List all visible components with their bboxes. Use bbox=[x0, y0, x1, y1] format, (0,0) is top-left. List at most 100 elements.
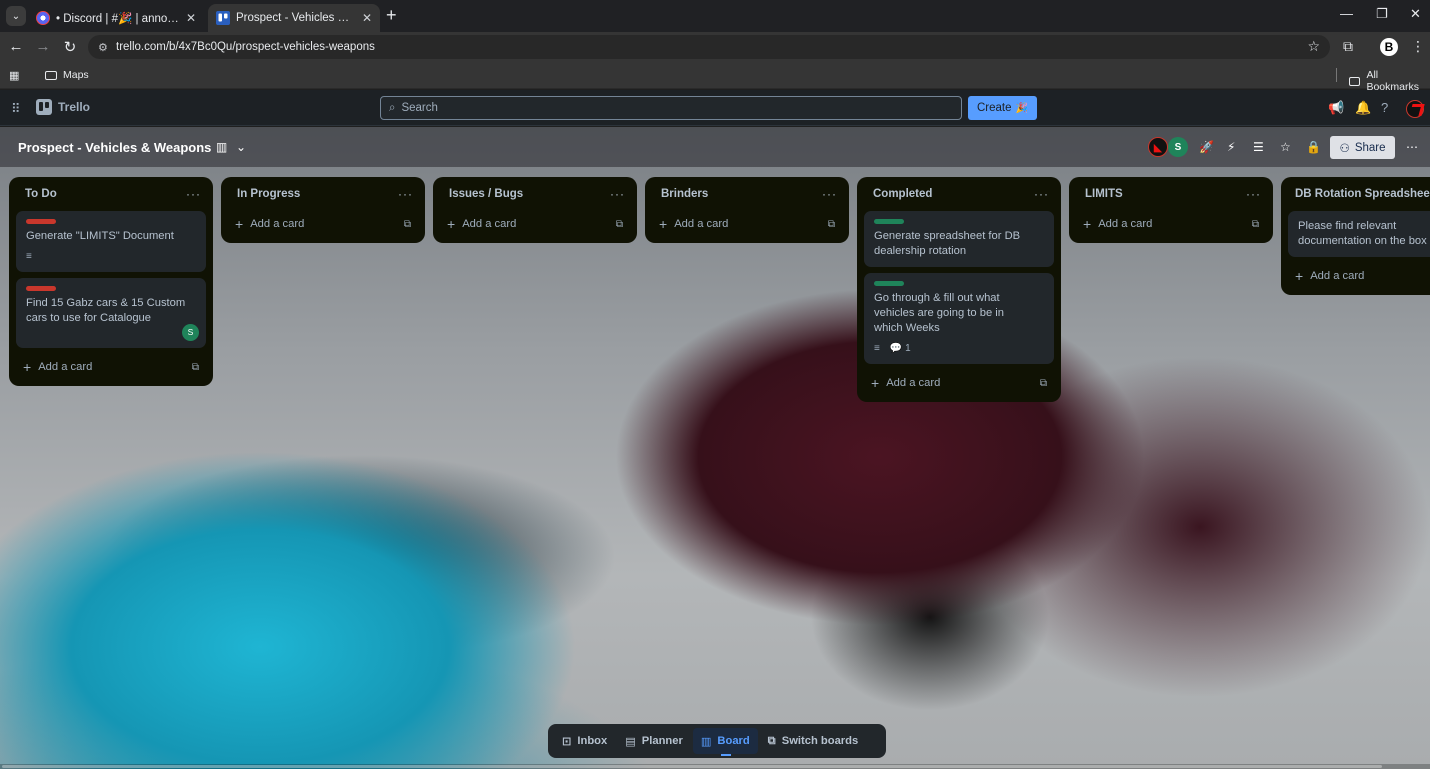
trello-logo[interactable]: Trello bbox=[36, 99, 90, 115]
bookmark-star-icon[interactable]: ☆ bbox=[1307, 38, 1320, 55]
tab-search-button[interactable]: ⌄ bbox=[6, 6, 26, 26]
list-actions-icon[interactable]: ··· bbox=[398, 187, 413, 201]
add-card-label: Add a card bbox=[1310, 270, 1365, 282]
plus-icon: + bbox=[447, 216, 456, 232]
card-template-icon[interactable]: ⧉ bbox=[616, 219, 623, 230]
folder-icon bbox=[45, 70, 57, 80]
search-input[interactable]: ⌕ Search bbox=[380, 96, 962, 120]
switch-boards-button[interactable]: ⧉ Switch boards bbox=[760, 728, 866, 754]
planner-button[interactable]: ▤ Planner bbox=[617, 728, 691, 754]
plus-icon: + bbox=[23, 359, 32, 375]
card-template-icon[interactable]: ⧉ bbox=[1040, 378, 1047, 389]
apps-grid-icon[interactable]: ▦ bbox=[9, 69, 19, 82]
card[interactable]: Find 15 Gabz cars & 15 Custom cars to us… bbox=[16, 278, 206, 348]
horizontal-scrollbar-thumb[interactable] bbox=[2, 765, 1382, 768]
bookmark-maps[interactable]: Maps bbox=[45, 69, 89, 81]
list-title[interactable]: Completed bbox=[873, 188, 932, 200]
card-template-icon[interactable]: ⧉ bbox=[1252, 219, 1259, 230]
list-title[interactable]: In Progress bbox=[237, 188, 300, 200]
plus-icon: + bbox=[871, 375, 880, 391]
add-card-button[interactable]: + Add a card ⧉ bbox=[227, 211, 419, 237]
add-card-button[interactable]: + Add a card ⧉ bbox=[863, 370, 1055, 396]
back-icon[interactable]: ← bbox=[7, 38, 25, 55]
add-card-button[interactable]: + Add a card ⧉ bbox=[1075, 211, 1267, 237]
add-card-button[interactable]: + Add a card ⧉ bbox=[15, 354, 207, 380]
tab-discord[interactable]: • Discord | #🎉 | announcements ✕ bbox=[28, 4, 204, 32]
address-bar[interactable]: ⚙ trello.com/b/4x7Bc0Qu/prospect-vehicle… bbox=[88, 35, 1330, 59]
card-template-icon[interactable]: ⧉ bbox=[828, 219, 835, 230]
card-template-icon[interactable]: ⧉ bbox=[192, 362, 199, 373]
card[interactable]: Generate spreadsheet for DB dealership r… bbox=[864, 211, 1054, 267]
plus-icon: + bbox=[235, 216, 244, 232]
tab-trello[interactable]: Prospect - Vehicles & Weapons ✕ bbox=[208, 4, 380, 32]
board-header: Prospect - Vehicles & Weapons ▥ ⌄ 🚀 ⚡ ☰ … bbox=[0, 127, 1430, 167]
browser-profile-avatar[interactable]: B bbox=[1380, 38, 1398, 56]
notifications-bell-icon[interactable]: 🔔 bbox=[1355, 100, 1371, 116]
list-title[interactable]: To Do bbox=[25, 188, 57, 200]
card-label-red[interactable] bbox=[26, 286, 56, 291]
site-info-icon[interactable]: ⚙ bbox=[98, 41, 108, 54]
help-icon[interactable]: ? bbox=[1381, 100, 1388, 115]
card[interactable]: Please find relevant documentation on th… bbox=[1288, 211, 1430, 257]
list-actions-icon[interactable]: ··· bbox=[1034, 187, 1049, 201]
list-actions-icon[interactable]: ··· bbox=[610, 187, 625, 201]
extensions-icon[interactable]: ⧉ bbox=[1343, 38, 1353, 55]
account-avatar[interactable] bbox=[1406, 100, 1424, 118]
description-icon: ≡ bbox=[26, 251, 32, 262]
tab-close-icon[interactable]: ✕ bbox=[186, 11, 196, 25]
list-title[interactable]: Brinders bbox=[661, 188, 708, 200]
board-view-icon[interactable]: ▥ bbox=[216, 140, 227, 154]
close-window-icon[interactable]: ✕ bbox=[1410, 6, 1421, 22]
chevron-down-icon[interactable]: ⌄ bbox=[236, 140, 246, 154]
list-title[interactable]: Issues / Bugs bbox=[449, 188, 523, 200]
add-card-label: Add a card bbox=[250, 218, 305, 230]
comment-icon: 💬 bbox=[889, 343, 903, 354]
browser-menu-icon[interactable]: ⋮ bbox=[1411, 38, 1425, 55]
board-button[interactable]: ▥ Board bbox=[692, 728, 758, 756]
filter-icon[interactable]: ☰ bbox=[1253, 140, 1264, 154]
bookmarks-divider bbox=[1336, 68, 1337, 82]
board-title[interactable]: Prospect - Vehicles & Weapons bbox=[18, 140, 211, 155]
new-tab-button[interactable]: + bbox=[386, 5, 397, 26]
plus-icon: + bbox=[659, 216, 668, 232]
star-icon[interactable]: ☆ bbox=[1280, 140, 1291, 154]
minimize-icon[interactable]: — bbox=[1340, 6, 1353, 21]
trello-favicon-icon bbox=[216, 11, 230, 25]
tab-close-icon[interactable]: ✕ bbox=[362, 11, 372, 25]
card-label-red[interactable] bbox=[26, 219, 56, 224]
list-actions-icon[interactable]: ··· bbox=[186, 187, 201, 201]
list-actions-icon[interactable]: ··· bbox=[822, 187, 837, 201]
card-label-green[interactable] bbox=[874, 219, 904, 224]
url-text: trello.com/b/4x7Bc0Qu/prospect-vehicles-… bbox=[116, 41, 375, 53]
inbox-button[interactable]: ⊡ Inbox bbox=[554, 728, 615, 754]
card-member-avatar[interactable]: S bbox=[182, 324, 199, 341]
forward-icon[interactable]: → bbox=[34, 38, 52, 55]
create-label: Create bbox=[977, 102, 1012, 114]
share-button[interactable]: ⚇ Share bbox=[1330, 136, 1395, 159]
list-actions-icon[interactable]: ··· bbox=[1246, 187, 1261, 201]
trello-header: ⠿ Trello ⌕ Search Create 🎉 📢 🔔 ? bbox=[0, 90, 1430, 126]
member-avatar-owner[interactable]: ◣ bbox=[1148, 137, 1168, 157]
add-card-button[interactable]: + Add a card ⧉ bbox=[439, 211, 631, 237]
bookmarks-bar: ▦ Maps All Bookmarks bbox=[0, 62, 1430, 93]
restore-icon[interactable]: ❐ bbox=[1376, 6, 1388, 22]
add-card-button[interactable]: + Add a card ⧉ bbox=[651, 211, 843, 237]
megaphone-icon[interactable]: 📢 bbox=[1328, 100, 1344, 116]
board-icon: ▥ bbox=[700, 735, 712, 748]
app-switcher-icon[interactable]: ⠿ bbox=[11, 101, 21, 117]
bookmark-label: Maps bbox=[63, 69, 89, 81]
member-avatar-s[interactable]: S bbox=[1168, 137, 1188, 157]
list-title[interactable]: DB Rotation Spreadsheets bbox=[1295, 188, 1430, 200]
card-label-green[interactable] bbox=[874, 281, 904, 286]
visibility-lock-icon[interactable]: 🔒 bbox=[1306, 140, 1321, 154]
card-template-icon[interactable]: ⧉ bbox=[404, 219, 411, 230]
add-card-button[interactable]: + Add a card bbox=[1287, 263, 1424, 289]
reload-icon[interactable]: ↻ bbox=[61, 38, 79, 56]
power-ups-icon[interactable]: 🚀 bbox=[1199, 140, 1214, 154]
card[interactable]: Go through & fill out what vehicles are … bbox=[864, 273, 1054, 364]
automation-icon[interactable]: ⚡ bbox=[1227, 140, 1235, 154]
create-button[interactable]: Create 🎉 bbox=[968, 96, 1037, 120]
board-menu-icon[interactable]: ⋯ bbox=[1406, 140, 1418, 154]
card[interactable]: Generate "LIMITS" Document ≡ bbox=[16, 211, 206, 272]
list-title[interactable]: LIMITS bbox=[1085, 188, 1123, 200]
